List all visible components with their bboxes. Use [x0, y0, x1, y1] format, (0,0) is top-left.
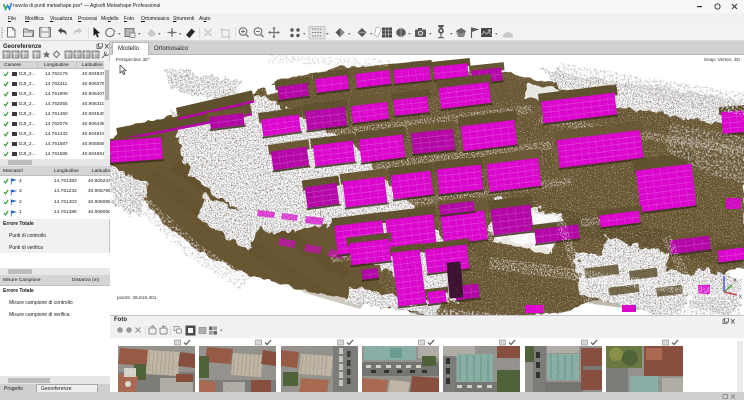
svg-text:Z: Z	[723, 271, 727, 277]
svg-text:X: X	[739, 295, 743, 301]
svg-text:Y: Y	[733, 278, 737, 284]
